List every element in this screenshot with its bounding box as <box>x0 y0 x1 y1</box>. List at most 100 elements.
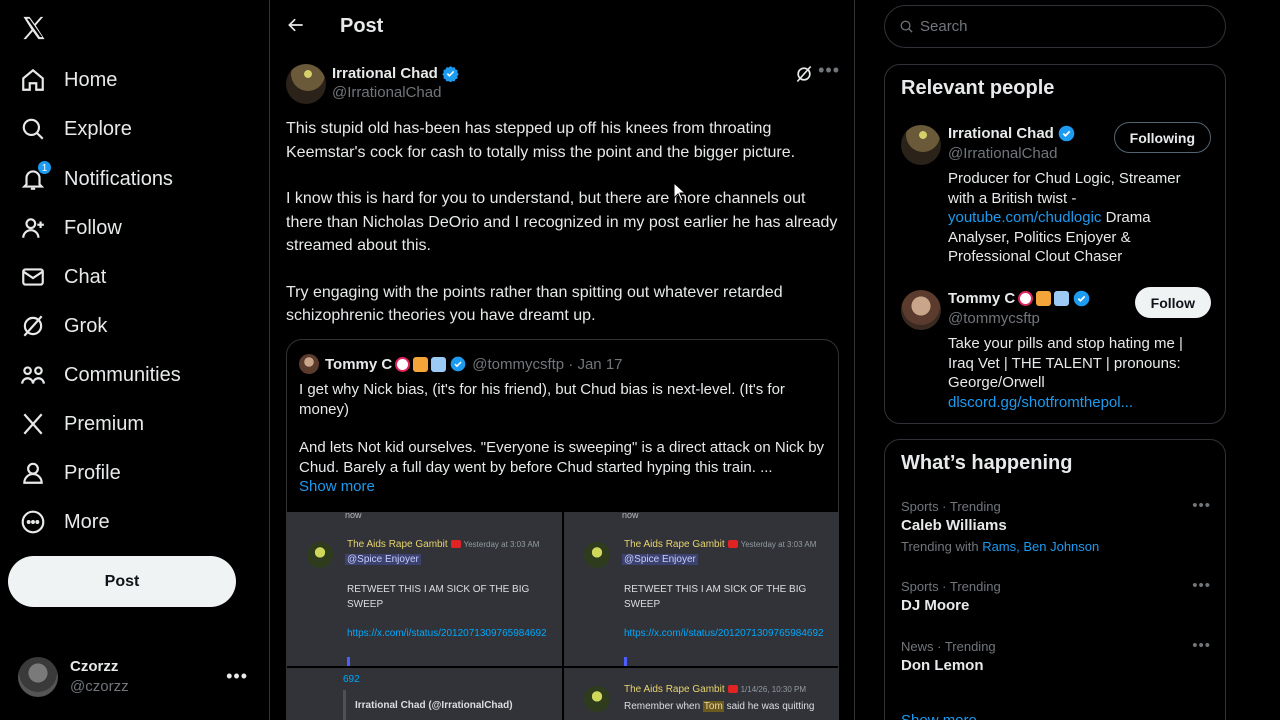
show-more-link[interactable]: Show more <box>299 478 375 495</box>
verified-badge-icon <box>442 66 459 82</box>
image-sender-name: The Aids Rape Gambit <box>624 539 725 550</box>
highlighted-word: Tom <box>702 701 724 712</box>
verified-badge-icon <box>1058 125 1075 142</box>
more-dots-icon[interactable]: ••• <box>1192 577 1211 594</box>
search-bar[interactable] <box>884 5 1226 48</box>
avatar <box>584 542 610 568</box>
image-sender: The Aids Rape Gambit Yesterday at 3:03 AM <box>347 539 539 550</box>
grok-icon[interactable] <box>794 64 814 84</box>
quoted-paragraph: And lets Not kid ourselves. "Everyone is… <box>299 439 825 476</box>
image-text: now <box>622 512 639 520</box>
x-post-page: Home Explore 1 Notifications Follow Chat… <box>0 0 1280 720</box>
image-sender-name: The Aids Rape Gambit <box>624 684 725 695</box>
nav-notifications[interactable]: 1 Notifications <box>8 157 238 201</box>
nav-profile[interactable]: Profile <box>8 451 238 495</box>
author-name[interactable]: Irrational Chad <box>332 65 438 82</box>
beer-emoji-icon <box>1036 291 1052 306</box>
beer-emoji-icon <box>413 356 429 372</box>
media-image[interactable]: now The Aids Rape Gambit Yesterday at 3:0… <box>287 512 562 666</box>
nav-follow[interactable]: Follow <box>8 206 238 250</box>
avatar[interactable] <box>286 64 326 104</box>
person-name[interactable]: Tommy C <box>948 290 1015 307</box>
person-item[interactable]: Irrational Chad @IrrationalChad Followin… <box>901 122 1211 267</box>
trend-category: Sports · Trending <box>901 499 1001 514</box>
more-circle-icon <box>20 509 46 535</box>
verified-badge-icon <box>1073 290 1090 307</box>
media-image[interactable]: now The Aids Rape Gambit Yesterday at 3:0… <box>564 512 838 666</box>
media-image[interactable]: 692 Irrational Chad (@IrrationalChad) <box>287 668 562 720</box>
avatar <box>299 354 319 374</box>
person-handle[interactable]: @tommycsftp <box>948 310 1040 327</box>
envelope-icon <box>20 264 46 290</box>
media-grid: now The Aids Rape Gambit Yesterday at 3:0… <box>287 512 838 720</box>
more-dots-icon[interactable]: ••• <box>1192 637 1211 654</box>
show-more-link[interactable]: Show more <box>901 712 977 720</box>
image-text: Remember when Tom said he was quitting <box>624 700 834 713</box>
dash-emoji-icon <box>431 356 447 372</box>
nav-premium[interactable]: Premium <box>8 402 238 446</box>
verified-badge-icon <box>450 356 466 372</box>
nav-label: Explore <box>64 117 132 140</box>
avatar <box>584 686 610 712</box>
prohibited-emoji-icon <box>395 356 411 372</box>
nav-explore[interactable]: Explore <box>8 107 238 151</box>
avatar[interactable] <box>901 125 941 165</box>
bio-link[interactable]: dlscord.gg/shotfromthepol... <box>948 394 1133 411</box>
trend-related-links[interactable]: Rams, Ben Johnson <box>982 539 1099 554</box>
image-text: Irrational Chad (@IrrationalChad) <box>355 700 513 711</box>
nav-home[interactable]: Home <box>8 58 238 102</box>
media-image[interactable]: The Aids Rape Gambit 1/14/26, 10:30 PM Re… <box>564 668 838 720</box>
image-time: Yesterday at 3:03 AM <box>740 540 817 549</box>
more-dots-icon: ••• <box>226 666 248 686</box>
trend-name: DJ Moore <box>901 597 970 614</box>
tweet-paragraph: I know this is hard for you to understan… <box>286 190 838 254</box>
relevant-people-card: Relevant people Irrational Chad @Irratio… <box>884 64 1226 424</box>
trend-item[interactable]: News · Trending Don Lemon ••• <box>901 637 1211 674</box>
back-arrow-icon[interactable] <box>286 15 310 39</box>
page-title: Post <box>340 15 384 37</box>
account-handle: @czorzz <box>70 678 129 695</box>
communities-icon <box>20 362 46 388</box>
person-item[interactable]: Tommy C @tommycsftp Follow Take your pil… <box>901 287 1211 411</box>
tweet-text: This stupid old has-been has stepped up … <box>286 117 842 351</box>
quote-bar <box>347 657 350 666</box>
trend-item[interactable]: Sports · Trending Caleb Williams Trendin… <box>901 497 1211 554</box>
quote-bar <box>343 690 346 720</box>
nav-label: Home <box>64 68 118 91</box>
image-mention: @Spice Enjoyer <box>345 554 421 565</box>
image-text: RETWEET THIS I AM SICK OF THE BIG SWEEP <box>347 584 530 610</box>
account-switcher[interactable]: Czorzz @czorzz ••• <box>18 654 256 700</box>
nav-chat[interactable]: Chat <box>8 255 238 299</box>
prohibited-emoji-icon <box>1018 291 1034 306</box>
bio-text: Producer for Chud Logic, Streamer with a… <box>948 170 1181 207</box>
author-handle[interactable]: @IrrationalChad <box>332 84 441 101</box>
image-text: now <box>345 512 362 520</box>
person-bio: Producer for Chud Logic, Streamer with a… <box>948 169 1210 267</box>
more-dots-icon[interactable]: ••• <box>1192 497 1211 514</box>
following-button[interactable]: Following <box>1113 122 1211 153</box>
trend-item[interactable]: Sports · Trending DJ Moore ••• <box>901 577 1211 614</box>
bio-link[interactable]: youtube.com/chudlogic <box>948 209 1101 226</box>
avatar[interactable] <box>901 290 941 330</box>
quoted-tweet-text: I get why Nick bias, (it's for his frien… <box>299 380 829 496</box>
youtube-icon <box>450 540 461 549</box>
avatar <box>307 542 333 568</box>
follow-button[interactable]: Follow <box>1134 287 1211 318</box>
nav-communities[interactable]: Communities <box>8 353 238 397</box>
person-name[interactable]: Irrational Chad <box>948 125 1054 142</box>
youtube-icon <box>727 685 738 694</box>
post-button[interactable]: Post <box>8 556 236 607</box>
image-sender: The Aids Rape Gambit Yesterday at 3:03 AM <box>624 539 816 550</box>
search-input[interactable] <box>920 18 1200 35</box>
nav-grok[interactable]: Grok <box>8 304 238 348</box>
image-text: RETWEET THIS I AM SICK OF THE BIG SWEEP <box>624 584 807 610</box>
nav-more[interactable]: More <box>8 500 238 544</box>
more-dots-icon[interactable]: ••• <box>818 60 840 81</box>
trend-related: Trending with Rams, Ben Johnson <box>901 539 1211 554</box>
youtube-icon <box>727 540 738 549</box>
left-sidebar: Home Explore 1 Notifications Follow Chat… <box>0 0 268 720</box>
x-logo-icon[interactable] <box>20 14 48 42</box>
image-sender-name: The Aids Rape Gambit <box>347 539 448 550</box>
quoted-tweet[interactable]: Tommy C @tommycsftp · Jan 17 I get why N… <box>286 339 839 720</box>
person-handle[interactable]: @IrrationalChad <box>948 145 1057 162</box>
